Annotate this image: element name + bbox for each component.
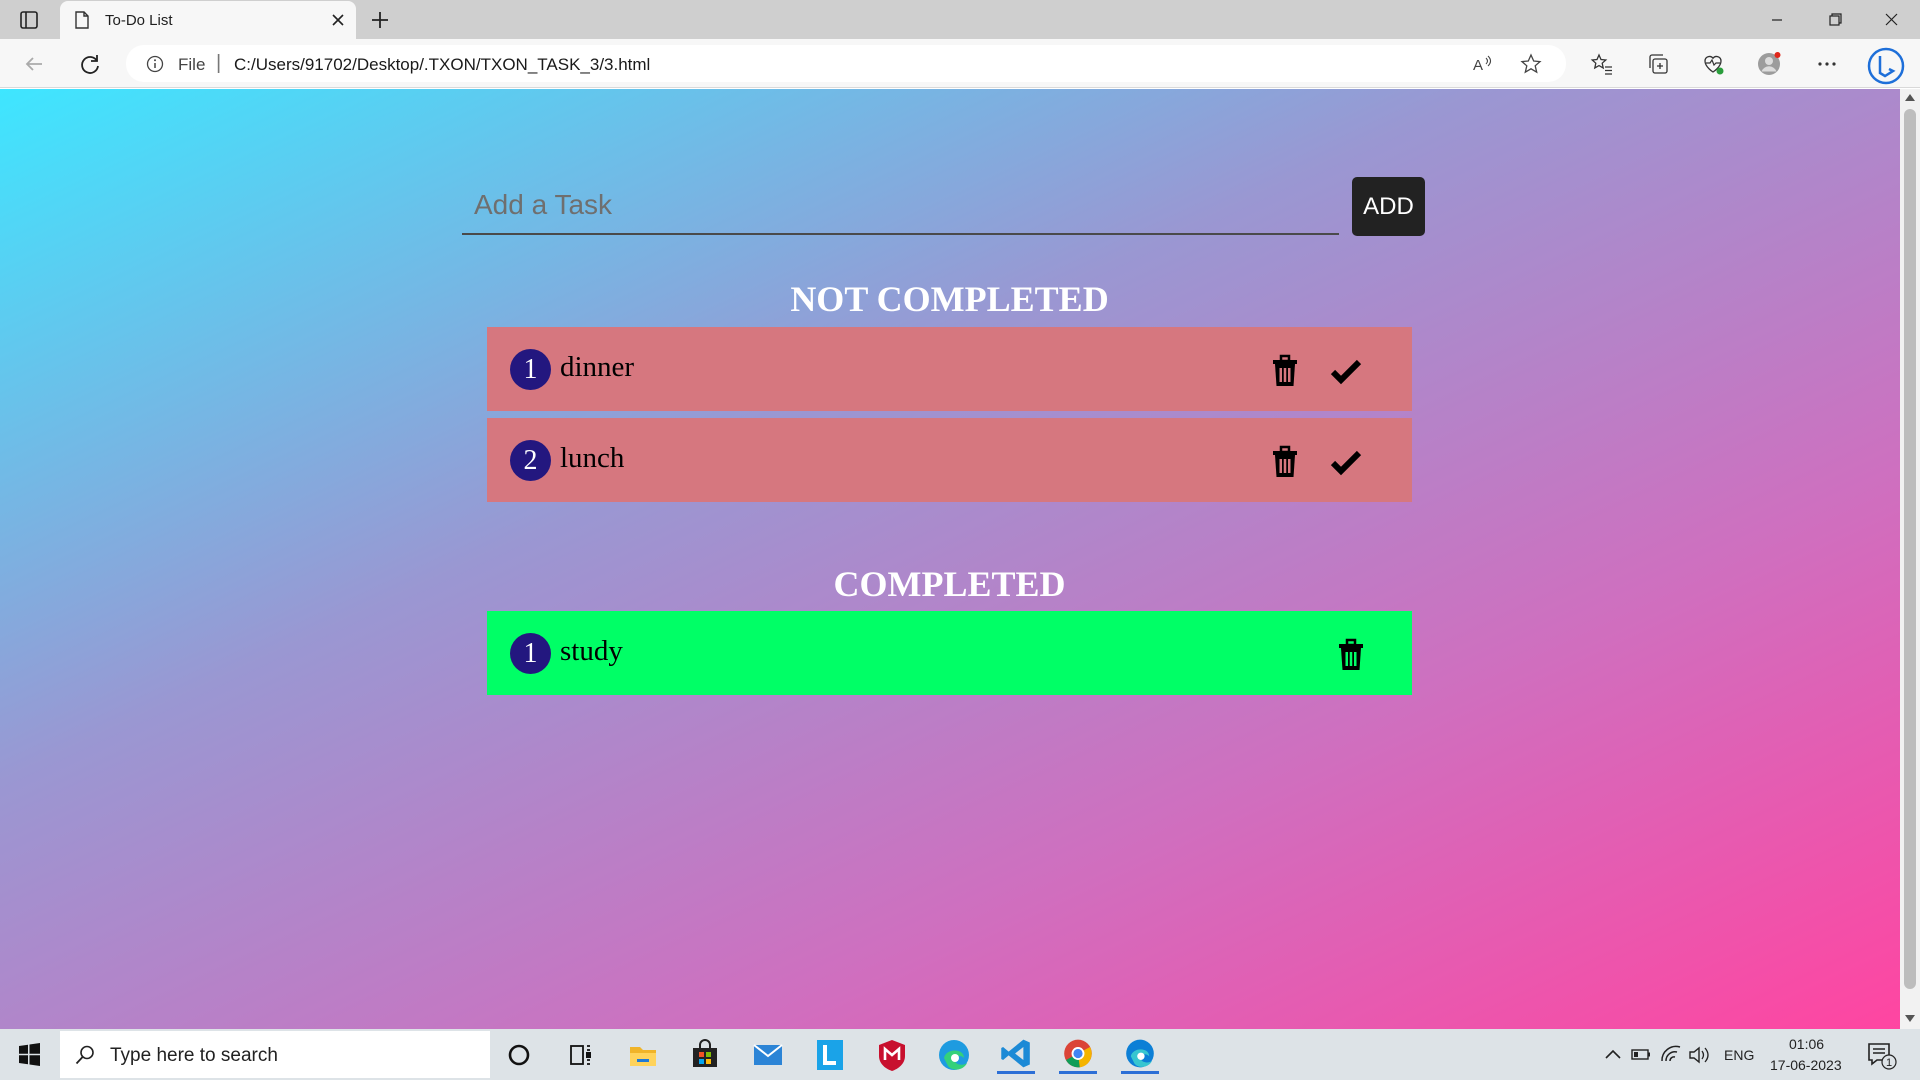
- browser-tab[interactable]: To-Do List: [60, 1, 356, 39]
- edge-dev-icon[interactable]: [1121, 1036, 1159, 1074]
- close-tab-icon[interactable]: [328, 10, 348, 30]
- bing-chat-icon[interactable]: [1867, 47, 1905, 85]
- task-input[interactable]: [462, 177, 1339, 235]
- app-l-icon[interactable]: [811, 1036, 849, 1074]
- clock-time[interactable]: 01:06: [1789, 1036, 1824, 1052]
- vscode-icon[interactable]: [997, 1036, 1035, 1074]
- url-scheme-label: File: [178, 55, 206, 74]
- notification-count: 1: [1886, 1057, 1893, 1069]
- chevron-up-icon[interactable]: [1600, 1029, 1626, 1080]
- read-aloud-icon[interactable]: A: [1472, 53, 1494, 75]
- star-icon[interactable]: [1520, 53, 1542, 75]
- scroll-down-icon[interactable]: [1905, 1015, 1915, 1023]
- taskbar-search-placeholder: Type here to search: [110, 1045, 278, 1066]
- url-separator: |: [216, 52, 222, 74]
- language-indicator[interactable]: ENG: [1724, 1047, 1754, 1063]
- check-icon[interactable]: [1330, 445, 1362, 479]
- new-tab-icon[interactable]: [368, 8, 392, 32]
- browser-tab-bar: To-Do List: [0, 0, 1920, 39]
- favorites-icon[interactable]: [1590, 52, 1614, 76]
- tab-actions-icon[interactable]: [18, 9, 40, 31]
- mail-icon[interactable]: [749, 1036, 787, 1074]
- completed-heading: COMPLETED: [833, 564, 1066, 604]
- page-icon: [75, 11, 89, 29]
- page-viewport: ADD NOT COMPLETED 1 dinner 2 lunch: [0, 89, 1900, 1029]
- task-text: study: [560, 635, 623, 667]
- task-number-badge: 1: [510, 349, 551, 390]
- store-icon[interactable]: [686, 1036, 724, 1074]
- chrome-icon[interactable]: [1059, 1036, 1097, 1074]
- address-bar[interactable]: File | C:/Users/91702/Desktop/.TXON/TXON…: [126, 45, 1566, 82]
- vertical-scrollbar[interactable]: [1900, 89, 1920, 1029]
- pending-task-row: 2 lunch: [487, 418, 1412, 502]
- close-window-icon[interactable]: [1862, 0, 1920, 39]
- restore-icon[interactable]: [1806, 0, 1864, 39]
- check-icon[interactable]: [1330, 354, 1362, 388]
- task-number-badge: 1: [510, 633, 551, 674]
- svg-text:A: A: [1473, 57, 1483, 74]
- scrollbar-thumb[interactable]: [1904, 109, 1916, 989]
- browser-toolbar: File | C:/Users/91702/Desktop/.TXON/TXON…: [0, 39, 1920, 88]
- task-text: lunch: [560, 442, 625, 474]
- trash-icon[interactable]: [1269, 354, 1301, 388]
- reload-icon[interactable]: [76, 50, 104, 78]
- windows-start-icon[interactable]: [0, 1029, 58, 1080]
- minimize-icon[interactable]: [1748, 0, 1806, 39]
- performance-icon[interactable]: [1701, 52, 1725, 76]
- url-text[interactable]: C:/Users/91702/Desktop/.TXON/TXON_TASK_3…: [234, 55, 650, 75]
- mcafee-icon[interactable]: [873, 1036, 911, 1074]
- task-text: dinner: [560, 351, 635, 383]
- collections-icon[interactable]: [1646, 52, 1670, 76]
- pending-task-row: 1 dinner: [487, 327, 1412, 411]
- search-icon: [75, 1045, 94, 1065]
- battery-icon[interactable]: [1628, 1029, 1654, 1080]
- not-completed-heading: NOT COMPLETED: [790, 279, 1109, 319]
- completed-task-row: 1 study: [487, 611, 1412, 695]
- wifi-icon[interactable]: [1658, 1029, 1684, 1080]
- add-button[interactable]: ADD: [1352, 177, 1425, 236]
- trash-icon[interactable]: [1269, 445, 1301, 479]
- volume-icon[interactable]: [1686, 1029, 1712, 1080]
- file-explorer-icon[interactable]: [624, 1036, 662, 1074]
- task-number-badge: 2: [510, 440, 551, 481]
- profile-avatar-icon[interactable]: [1757, 52, 1781, 76]
- info-icon[interactable]: [146, 55, 164, 73]
- notification-center-icon[interactable]: [1862, 1029, 1898, 1080]
- windows-taskbar: Type here to search ENG 01:06 17-06-2023…: [0, 1029, 1920, 1080]
- back-icon[interactable]: [20, 50, 48, 78]
- clock-date[interactable]: 17-06-2023: [1770, 1057, 1842, 1073]
- cortana-icon[interactable]: [500, 1036, 538, 1074]
- more-options-icon[interactable]: [1815, 52, 1839, 76]
- task-view-icon[interactable]: [561, 1036, 599, 1074]
- scroll-up-icon[interactable]: [1905, 93, 1915, 101]
- tab-title: To-Do List: [105, 12, 173, 29]
- edge-icon[interactable]: [935, 1036, 973, 1074]
- taskbar-search-box[interactable]: Type here to search: [60, 1031, 490, 1078]
- trash-icon[interactable]: [1335, 638, 1367, 672]
